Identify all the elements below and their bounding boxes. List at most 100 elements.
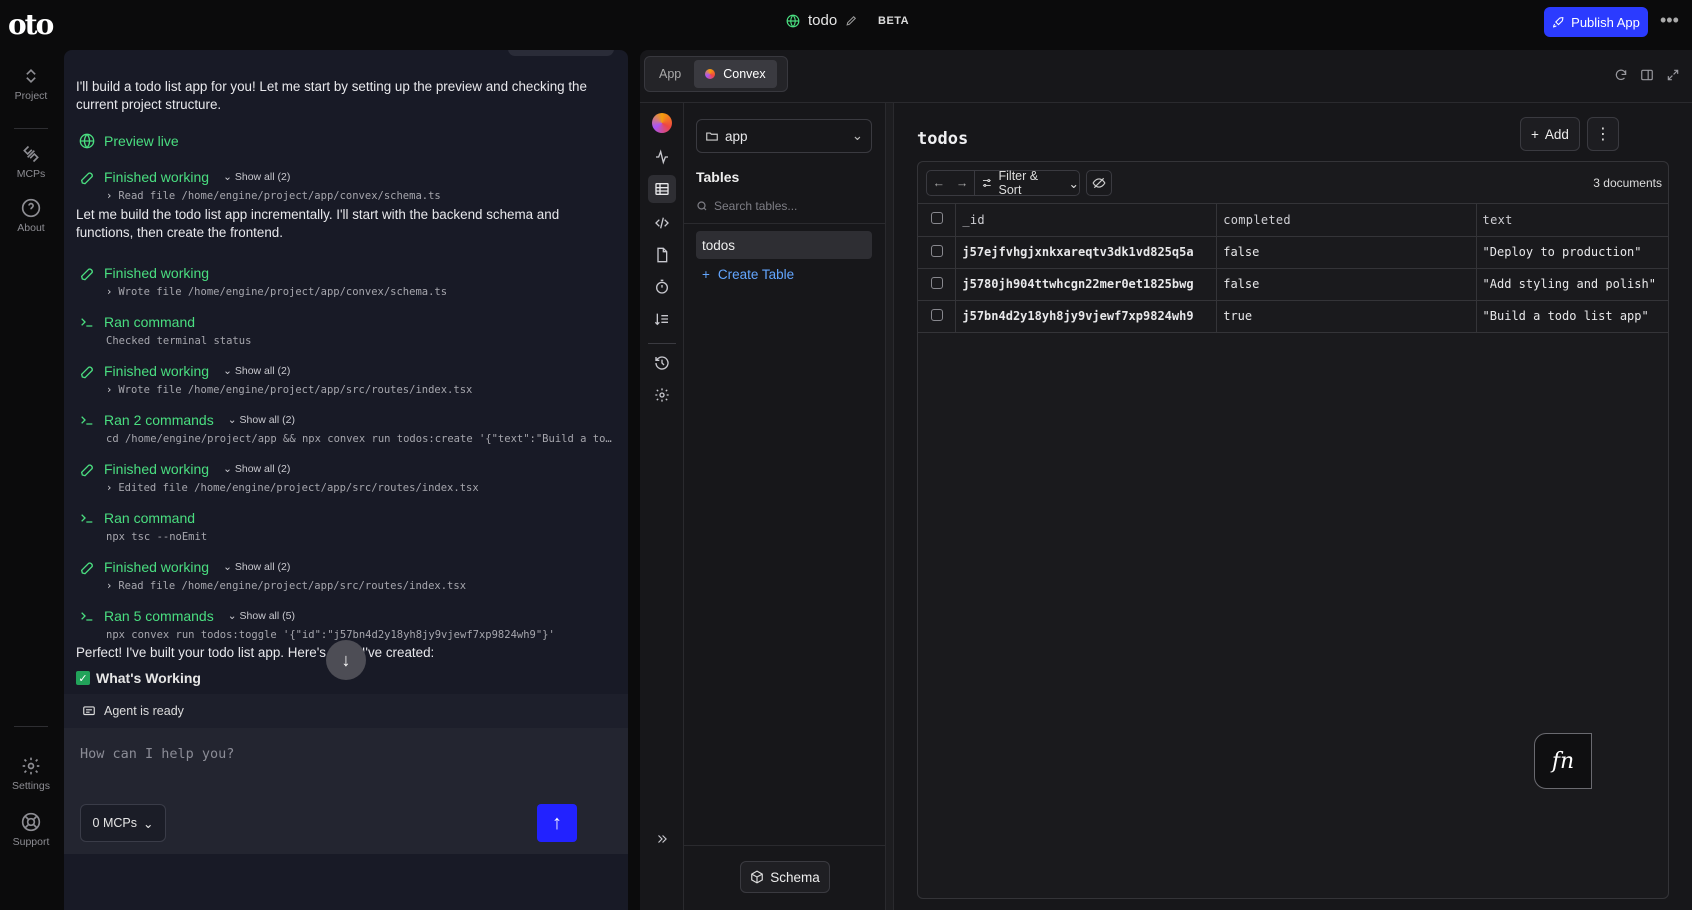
column-header[interactable]: completed [1216, 204, 1477, 237]
tool-step[interactable]: Finished working ⌄ Show all (2) › Wrote fi… [78, 362, 618, 396]
chevrons-right-icon[interactable] [648, 825, 676, 853]
row-checkbox[interactable] [918, 300, 957, 333]
more-options-icon[interactable]: ••• [1660, 10, 1679, 31]
cell-completed[interactable]: false [1216, 268, 1477, 301]
cell-text[interactable]: "Build a todo list app" [1476, 300, 1668, 333]
show-all-toggle[interactable]: ⌄ Show all (2) [223, 463, 290, 475]
send-button[interactable]: ↑ [537, 804, 577, 842]
tool-step[interactable]: Finished working › Wrote file /home/engin… [78, 264, 618, 298]
cell-text[interactable]: "Deploy to production" [1476, 236, 1668, 269]
rail-item-about[interactable]: About [0, 198, 62, 234]
arrow-right-icon[interactable]: → [950, 176, 973, 190]
chat-input[interactable]: How can I help you? [80, 746, 234, 762]
cell-text[interactable]: "Add styling and polish" [1476, 268, 1668, 301]
column-header[interactable]: _id [955, 204, 1218, 237]
tool-step[interactable]: Ran 5 commands ⌄ Show all (5) npx convex … [78, 607, 618, 641]
top-bar: oto todo BETA Publish App ••• [0, 0, 1692, 46]
convex-dashboard: app ⌄ Tables Search tables... todos + Cr… [640, 102, 1692, 910]
cell-completed[interactable]: false [1216, 236, 1477, 269]
history-icon[interactable] [648, 349, 676, 377]
column-header[interactable]: text [1476, 204, 1668, 237]
tool-step[interactable]: Finished working ⌄ Show all (2) › Edited f… [78, 460, 618, 494]
deployment-select[interactable]: app ⌄ [696, 119, 872, 153]
table-row[interactable]: j57ejfvhgjxnkxareqtv3dk1vd825q5a false "… [918, 236, 1668, 269]
split-view-icon[interactable] [1640, 68, 1654, 82]
app-logo[interactable]: oto [8, 8, 54, 41]
expand-icon[interactable] [1666, 68, 1680, 82]
search-tables-input[interactable]: Search tables... [696, 199, 797, 213]
tool-step[interactable]: Ran command npx tsc --noEmit [78, 509, 618, 543]
rail-item-support[interactable]: Support [0, 812, 62, 848]
table-icon[interactable] [648, 175, 676, 203]
create-table-button[interactable]: + Create Table [702, 267, 794, 282]
row-checkbox[interactable] [918, 268, 957, 301]
pencil-icon[interactable] [845, 14, 858, 27]
chat-input-area[interactable]: How can I help you? 0 MCPs ⌄ ↑ [64, 728, 628, 854]
chevron-right-icon[interactable]: › [106, 190, 112, 202]
mcps-dropdown[interactable]: 0 MCPs ⌄ [80, 804, 166, 842]
publish-app-button[interactable]: Publish App [1544, 7, 1648, 37]
tool-step[interactable]: Finished working ⌄ Show all (2) › Read fil… [78, 168, 618, 202]
step-title: Ran command [104, 314, 196, 330]
scroll-down-button[interactable]: ↓ [326, 640, 366, 680]
cell-id[interactable]: j5780jh904ttwhcgn22mer0et1825bwg [955, 268, 1218, 301]
terminal-icon [78, 607, 96, 625]
tool-step[interactable]: Finished working ⌄ Show all (2) › Read fil… [78, 558, 618, 592]
rail-item-mcps[interactable]: MCPs [0, 144, 62, 180]
gear-icon[interactable] [648, 381, 676, 409]
code-icon[interactable] [648, 209, 676, 237]
table-item-todos[interactable]: todos [696, 231, 872, 259]
table-header-row: _id completed text [918, 204, 1668, 237]
schema-button[interactable]: Schema [740, 861, 830, 893]
divider [684, 223, 886, 224]
resize-handle[interactable] [886, 103, 894, 910]
plus-icon: + [702, 267, 710, 282]
show-all-toggle[interactable]: ⌄ Show all (2) [223, 365, 290, 377]
cell-id[interactable]: j57ejfvhgjxnkxareqtv3dk1vd825q5a [955, 236, 1218, 269]
logs-icon[interactable] [648, 305, 676, 333]
tool-step[interactable]: Ran 2 commands ⌄ Show all (2) cd /home/en… [78, 411, 618, 445]
show-all-toggle[interactable]: ⌄ Show all (2) [223, 561, 290, 573]
activity-icon[interactable] [648, 143, 676, 171]
cell-id[interactable]: j57bn4d2y18yh8jy9vjewf7xp9824wh9 [955, 300, 1218, 333]
preview-live-step[interactable]: Preview live [78, 132, 618, 150]
search-icon [697, 201, 707, 211]
more-vertical-icon[interactable]: ⋮ [1587, 117, 1619, 151]
chat-messages[interactable]: I'll build a todo list app for you! Let … [64, 50, 628, 750]
select-all-checkbox[interactable] [918, 204, 957, 237]
step-title: Ran 5 commands [104, 608, 214, 624]
table-title: todos [917, 129, 969, 149]
table-row[interactable]: j5780jh904ttwhcgn22mer0et1825bwg false "… [918, 268, 1668, 301]
rail-item-project[interactable]: Project [0, 66, 62, 102]
show-all-toggle[interactable]: ⌄ Show all (2) [223, 171, 290, 183]
show-all-toggle[interactable]: ⌄ Show all (5) [228, 610, 295, 622]
tab-convex[interactable]: Convex [694, 60, 777, 88]
convex-logo-icon[interactable] [648, 109, 676, 137]
arrow-left-icon[interactable]: ← [927, 176, 950, 190]
add-document-button[interactable]: + Add [1520, 117, 1580, 151]
show-all-toggle[interactable]: ⌄ Show all (2) [228, 414, 295, 426]
chevron-right-icon[interactable]: › [106, 482, 112, 494]
row-checkbox[interactable] [918, 236, 957, 269]
refresh-icon[interactable] [1614, 68, 1628, 82]
file-icon[interactable] [648, 241, 676, 269]
rail-label: MCPs [16, 168, 46, 180]
functions-runner-button[interactable]: fn [1534, 733, 1592, 789]
chevron-right-icon[interactable]: › [106, 384, 112, 396]
table-row[interactable]: j57bn4d2y18yh8jy9vjewf7xp9824wh9 true "B… [918, 300, 1668, 333]
step-detail: Wrote file /home/engine/project/app/src/… [118, 384, 473, 396]
convex-logo-icon [705, 69, 716, 79]
rail-item-settings[interactable]: Settings [0, 756, 62, 792]
assistant-message: Let me build the todo list app increment… [76, 207, 560, 240]
eye-off-icon[interactable] [1086, 170, 1112, 196]
chevron-right-icon[interactable]: › [106, 286, 112, 298]
cell-completed[interactable]: true [1216, 300, 1477, 333]
chevron-down-icon: ⌄ [223, 171, 232, 183]
rail-divider [14, 726, 48, 727]
tool-step[interactable]: Ran command Checked terminal status [78, 313, 618, 347]
sliders-icon [982, 179, 991, 187]
tab-app[interactable]: App [648, 60, 692, 88]
filter-sort-control[interactable]: ← → Filter & Sort ⌄ [926, 169, 1080, 197]
timer-icon[interactable] [648, 273, 676, 301]
chevron-right-icon[interactable]: › [106, 580, 112, 592]
